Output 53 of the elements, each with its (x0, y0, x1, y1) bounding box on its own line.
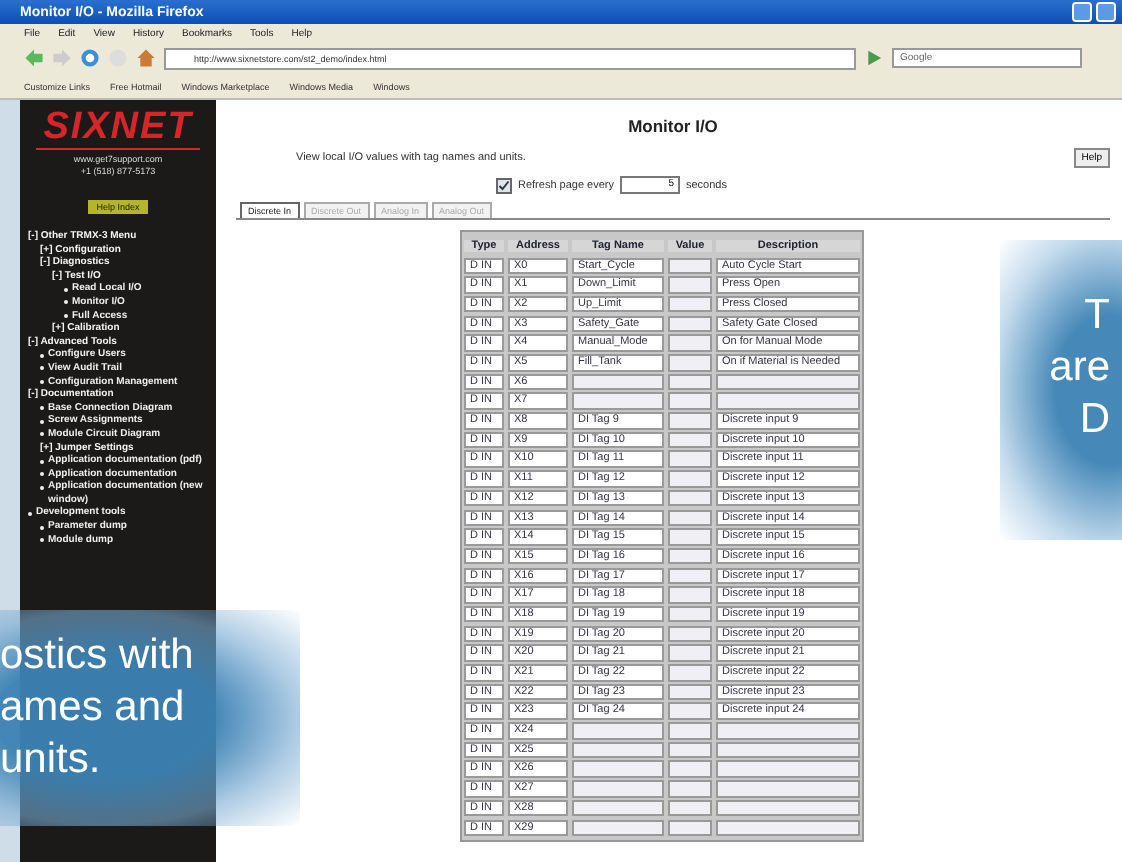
callout-text: D (1077, 394, 1110, 446)
table-cell (572, 760, 664, 778)
table-cell (668, 722, 712, 740)
table-cell (668, 489, 712, 507)
table-cell (668, 702, 712, 720)
table-cell (668, 412, 712, 430)
callout-text: units. (0, 734, 103, 786)
table-cell (668, 257, 712, 275)
table-cell (668, 450, 712, 468)
home-icon[interactable] (136, 48, 156, 68)
minimize-button[interactable] (1072, 2, 1092, 22)
table-cell (668, 567, 712, 585)
table-cell (668, 819, 712, 837)
table-cell (668, 780, 712, 798)
table-cell (668, 509, 712, 527)
table-cell (668, 373, 712, 391)
table-cell (668, 431, 712, 449)
table-cell (668, 741, 712, 759)
table-cell (668, 760, 712, 778)
logo: SIXNET (36, 108, 200, 150)
table-cell (572, 799, 664, 817)
table-cell (572, 722, 664, 740)
table-cell (668, 625, 712, 643)
reload-icon[interactable] (80, 48, 100, 68)
callout-text: are (1047, 342, 1110, 394)
table-cell (572, 819, 664, 837)
table-cell (668, 799, 712, 817)
table-cell (668, 276, 712, 294)
table-cell (668, 547, 712, 565)
table-cell (572, 741, 664, 759)
callout-text: T (1082, 290, 1110, 342)
table-cell (668, 605, 712, 623)
table-cell (668, 683, 712, 701)
refresh-checkbox[interactable] (496, 177, 512, 193)
page-title: Monitor I/O (626, 116, 720, 136)
maximize-button[interactable] (1096, 2, 1116, 22)
table-cell (668, 664, 712, 682)
table-cell (668, 334, 712, 352)
table-cell (668, 470, 712, 488)
back-arrow-icon[interactable] (24, 48, 44, 68)
table-cell (668, 295, 712, 313)
table-cell (668, 392, 712, 410)
table-cell (668, 644, 712, 662)
table-cell (572, 392, 664, 410)
table-cell (668, 315, 712, 333)
callout-text: ames and (0, 682, 187, 734)
table-cell (668, 528, 712, 546)
table-cell (668, 354, 712, 372)
table-cell (572, 373, 664, 391)
table-cell (572, 780, 664, 798)
go-arrow-icon[interactable] (864, 48, 884, 68)
table-cell (668, 586, 712, 604)
callout-text: ostics with (0, 630, 196, 682)
